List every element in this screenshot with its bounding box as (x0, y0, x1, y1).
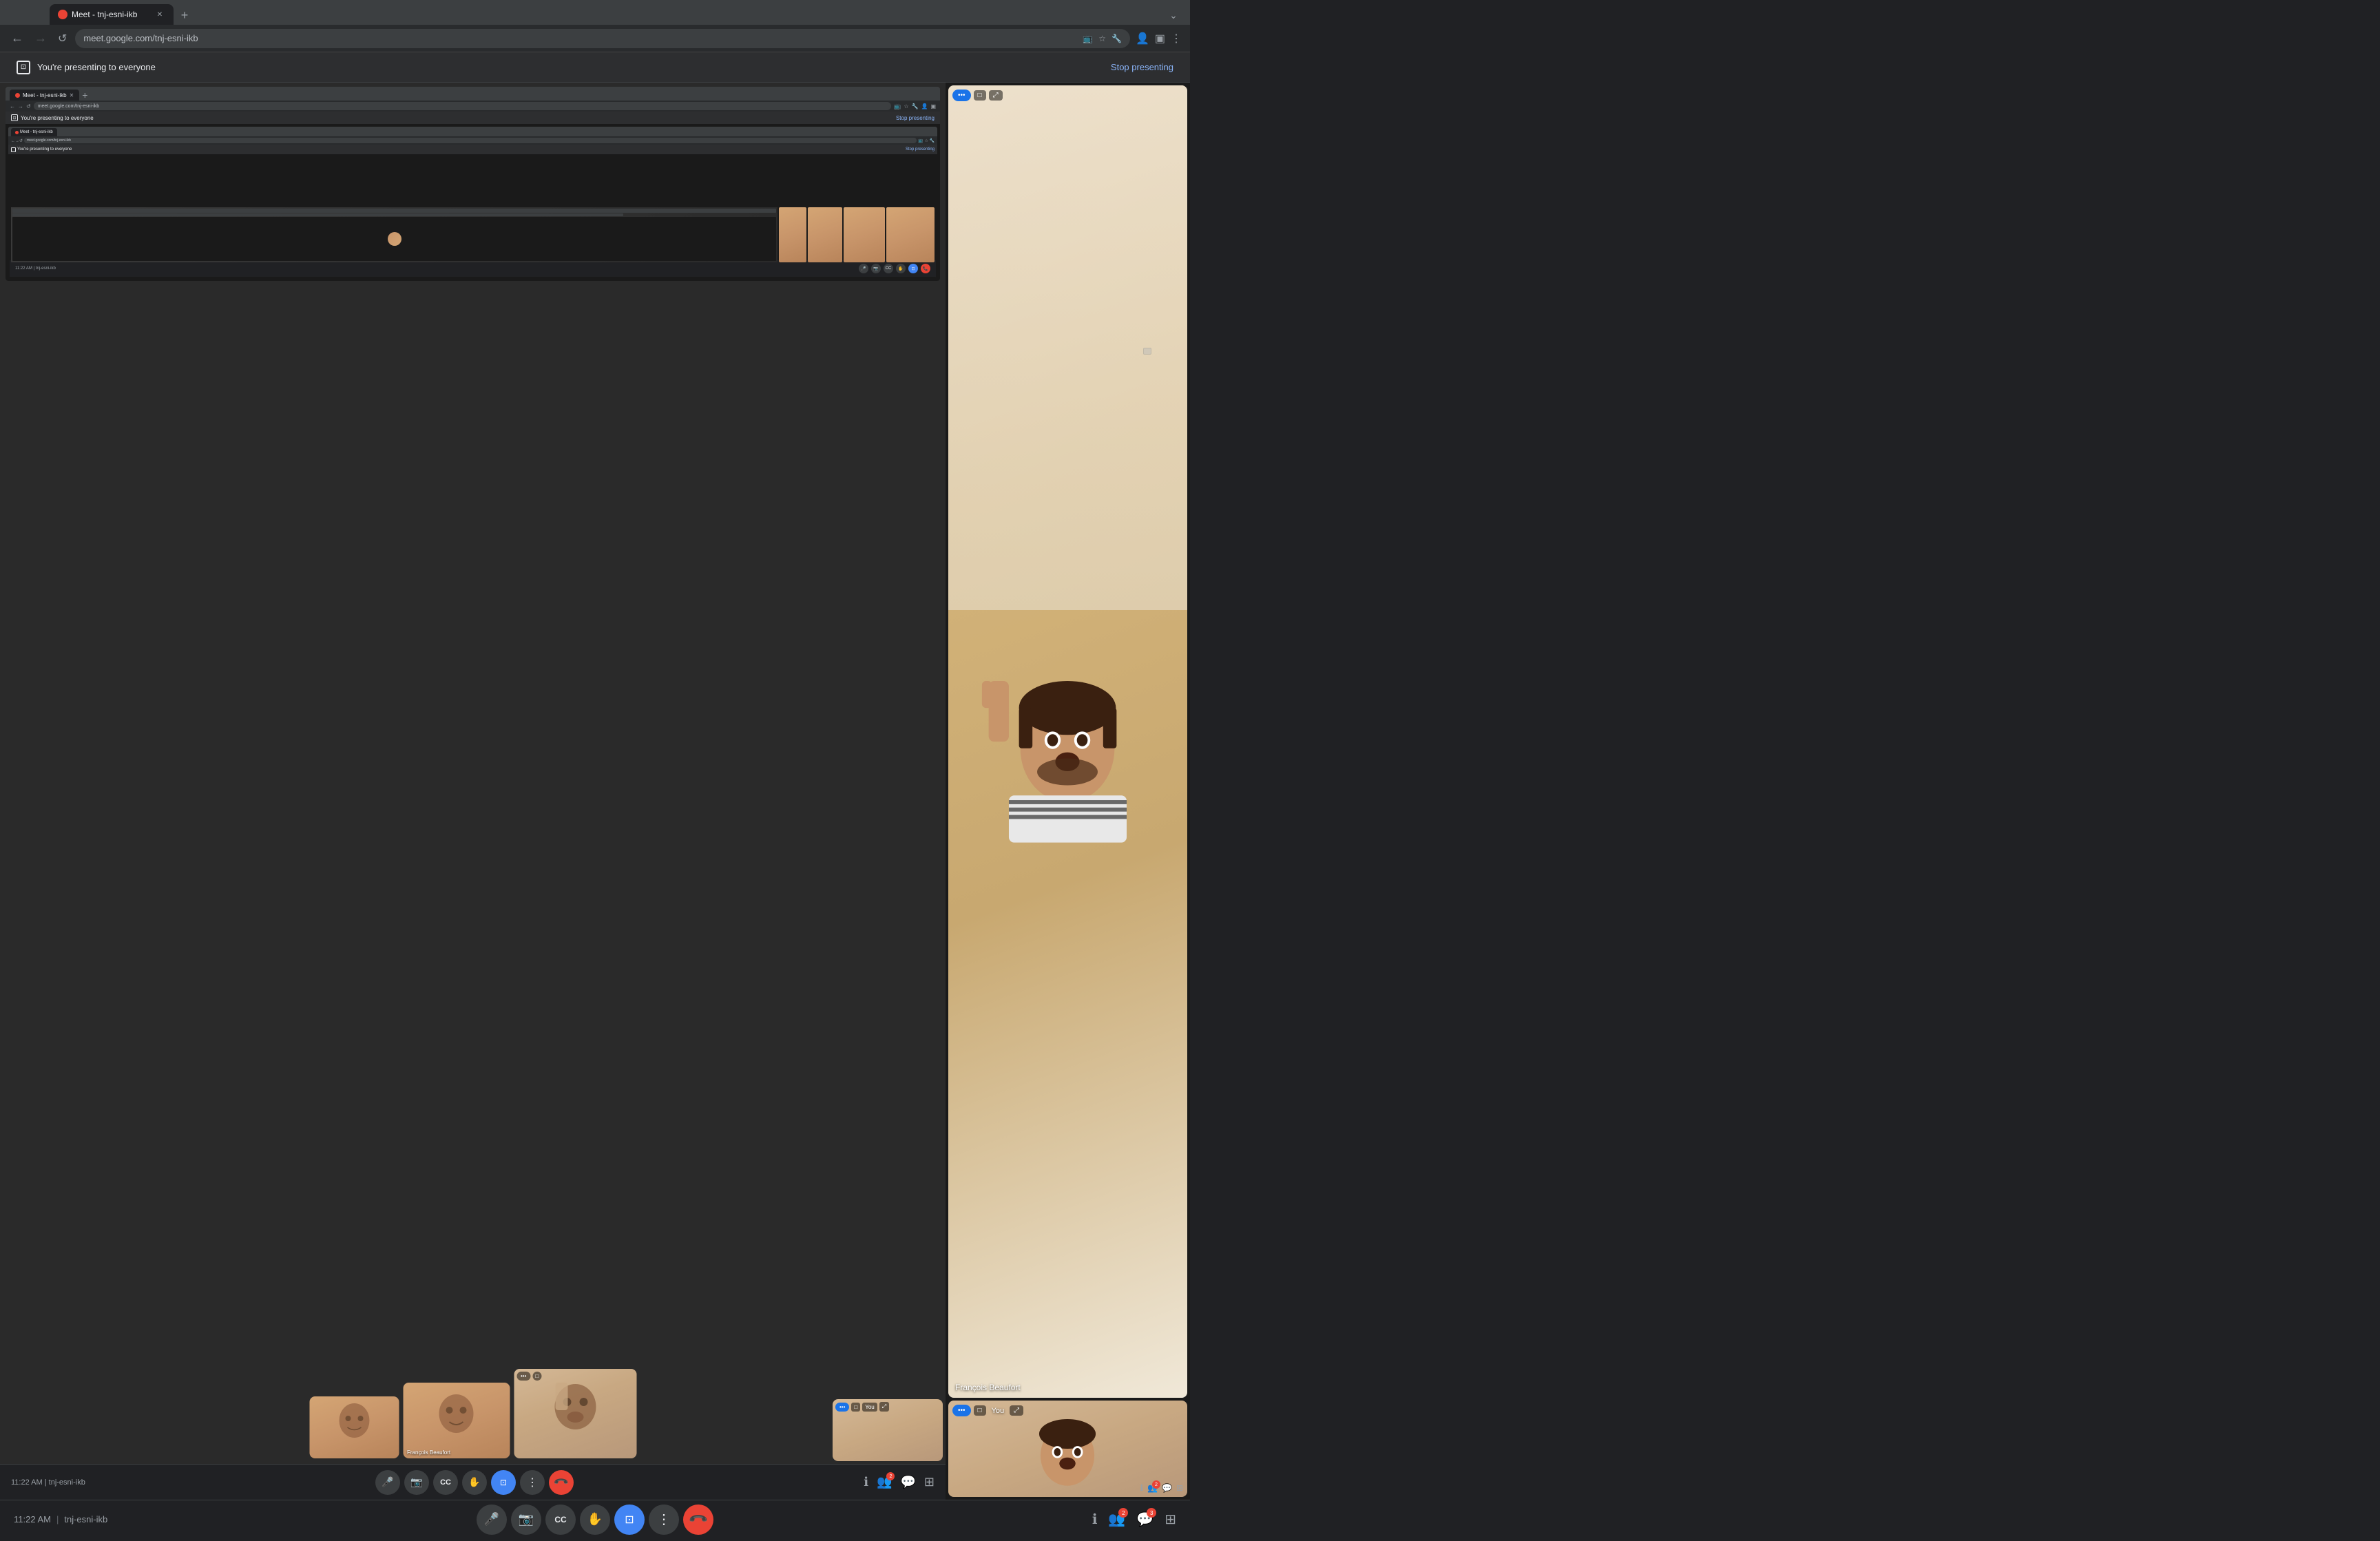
tab-title: Meet - tnj-esni-ikb (72, 10, 150, 19)
chat-btn[interactable]: 💬 3 (1136, 1511, 1154, 1528)
screen-share-area: Meet - tnj-esni-ikb ✕ + ← → ↺ meet.googl… (0, 83, 946, 1500)
url-text: meet.google.com/tnj-esni-ikb (83, 33, 1078, 43)
inner-chat-btn[interactable]: 💬 (900, 1475, 915, 1489)
nested-tab-title: Meet - tnj-esni-ikb (23, 92, 67, 98)
people-btn[interactable]: 👥 2 (1108, 1511, 1125, 1528)
toolbar-secondary: ℹ 👥 2 💬 3 ⊞ (1038, 1511, 1176, 1528)
expand-small-btn[interactable]: ⤢ (879, 1402, 889, 1412)
nav-forward-btn[interactable]: → (32, 28, 50, 48)
you-video-tile[interactable]: ••• □ You ⤢ ℹ 👥 2 💬 ⊞ (948, 1401, 1187, 1497)
inner-captions-btn[interactable]: CC (433, 1470, 458, 1495)
toolbar-meeting-info: 11:22 AM | tnj-esni-ikb (14, 1514, 152, 1524)
nav-back-btn[interactable]: ← (8, 28, 26, 48)
inner-toolbar: 11:22 AM | tnj-esni-ikb 🎤 📷 CC ✋ ⊡ ⋮ 📞 ℹ… (0, 1464, 946, 1500)
right-sidebar: ••• □ ⤢ François Beaufort (946, 83, 1190, 1500)
inner-camera-btn[interactable]: 📷 (404, 1470, 429, 1495)
inner-mic-btn[interactable]: 🎤 (375, 1470, 400, 1495)
camera-btn[interactable]: 📷 (511, 1505, 541, 1535)
you-people-icon[interactable]: 👥 2 (1147, 1483, 1158, 1493)
you-tile-controls: ••• □ You ⤢ (835, 1402, 889, 1412)
share-screen-btn[interactable]: ⊡ (614, 1505, 645, 1535)
menu-icon[interactable]: ⋮ (1171, 32, 1182, 45)
nested-stop-btn[interactable]: Stop presenting (896, 115, 935, 121)
you-tile-small[interactable]: ••• □ You ⤢ (833, 1399, 943, 1461)
url-bar[interactable]: meet.google.com/tnj-esni-ikb 📺 ☆ 🔧 (75, 29, 1130, 48)
cast-icon: 📺 (1083, 34, 1093, 43)
you-people-badge: 2 (1152, 1480, 1160, 1489)
toolbar-time: 11:22 AM (14, 1514, 51, 1524)
you-tile-top-controls: ••• □ You ⤢ (952, 1405, 1023, 1416)
inner-info-btn[interactable]: ℹ (864, 1475, 868, 1489)
thumb-tile-2[interactable]: François Beaufort (403, 1383, 510, 1458)
banner-text: You're presenting to everyone (37, 62, 156, 72)
main-participant-name: François Beaufort (955, 1383, 1021, 1392)
inner-end-call-btn[interactable]: 📞 (544, 1465, 579, 1500)
nav-refresh-btn[interactable]: ↺ (55, 29, 70, 48)
info-btn[interactable]: ℹ (1092, 1511, 1098, 1528)
people-badge: 2 (886, 1472, 895, 1480)
end-call-btn[interactable]: 📞 (677, 1498, 720, 1540)
banner-left: ⊡ You're presenting to everyone (17, 61, 156, 74)
raise-hand-btn[interactable]: ✋ (580, 1505, 610, 1535)
tab-bar: Meet - tnj-esni-ikb ✕ + ⌄ (0, 0, 1190, 25)
thumb-tile-1[interactable] (309, 1396, 399, 1458)
tab-list-btn[interactable]: ⌄ (1164, 6, 1183, 25)
activities-btn[interactable]: ⊞ (1165, 1511, 1176, 1528)
you-chat-icon[interactable]: 💬 (1162, 1483, 1172, 1493)
you-info-icon[interactable]: ℹ (1140, 1483, 1143, 1493)
main-tile-controls-top: ••• □ ⤢ (952, 90, 1003, 101)
bottom-toolbar: 11:22 AM | tnj-esni-ikb 🎤 📷 CC ✋ ⊡ ⋮ 📞 ℹ… (0, 1500, 1190, 1538)
toolbar-controls: 🎤 📷 CC ✋ ⊡ ⋮ 📞 (477, 1505, 713, 1535)
inner-time-code: 11:22 AM | tnj-esni-ikb (11, 1478, 85, 1487)
new-tab-btn[interactable]: + (175, 6, 194, 25)
expand-btn[interactable]: ⤢ (989, 90, 1003, 101)
you-label: You (989, 1405, 1008, 1416)
captions-btn[interactable]: CC (545, 1505, 576, 1535)
you-expand-btn[interactable]: ⤢ (1010, 1405, 1023, 1416)
you-activities-icon[interactable]: ⊞ (1176, 1483, 1183, 1493)
tab-close-btn[interactable]: ✕ (154, 9, 165, 20)
mic-btn[interactable]: 🎤 (477, 1505, 507, 1535)
main-participant-video[interactable]: ••• □ ⤢ François Beaufort (948, 85, 1187, 1398)
more-btn[interactable]: ⋮ (649, 1505, 679, 1535)
people-count-badge: 2 (1118, 1508, 1128, 1518)
tab-favicon (58, 10, 67, 19)
profile-icon[interactable]: 👤 (1136, 32, 1149, 45)
inner-share-screen-btn[interactable]: ⊡ (491, 1470, 516, 1495)
nested-url: meet.google.com/tnj-esni-ikb (38, 104, 100, 109)
you-label-small: You (862, 1403, 877, 1412)
present-icon: ⊡ (17, 61, 30, 74)
sidebar-icon[interactable]: ▣ (1155, 32, 1165, 45)
stop-presenting-btn[interactable]: Stop presenting (1111, 62, 1173, 72)
address-bar: ← → ↺ meet.google.com/tnj-esni-ikb 📺 ☆ 🔧… (0, 25, 1190, 52)
you-pip-btn[interactable]: □ (974, 1405, 986, 1416)
nested-banner-text: You're presenting to everyone (21, 115, 94, 121)
participant-name-small: François Beaufort (407, 1449, 450, 1456)
active-tab[interactable]: Meet - tnj-esni-ikb ✕ (50, 4, 174, 25)
nested-preview: Meet - tnj-esni-ikb ✕ + ← → ↺ meet.googl… (0, 83, 946, 1500)
main-content: Meet - tnj-esni-ikb ✕ + ← → ↺ meet.googl… (0, 83, 1190, 1500)
presentation-banner: ⊡ You're presenting to everyone Stop pre… (0, 52, 1190, 83)
toolbar-meeting-code: tnj-esni-ikb (64, 1514, 107, 1524)
chat-count-badge: 3 (1147, 1508, 1156, 1518)
pip-btn[interactable]: □ (974, 90, 986, 101)
you-tile-bottom-controls: ℹ 👥 2 💬 ⊞ (1140, 1483, 1183, 1493)
inner-raise-hand-btn[interactable]: ✋ (462, 1470, 487, 1495)
inner-activities-btn[interactable]: ⊞ (924, 1475, 935, 1489)
nested-browser-level1: Meet - tnj-esni-ikb ✕ + ← → ↺ meet.googl… (6, 87, 940, 281)
tile-overlay-controls: ••• □ (516, 1372, 541, 1381)
extensions-icon: 🔧 (1111, 34, 1122, 43)
inner-people-btn[interactable]: 👥 2 (877, 1475, 892, 1489)
video-thumbnails-row: François Beaufort (309, 1369, 636, 1458)
bookmark-icon: ☆ (1098, 34, 1106, 43)
thumb-tile-francois[interactable]: ••• □ (514, 1369, 636, 1458)
inner-more-btn[interactable]: ⋮ (520, 1470, 545, 1495)
